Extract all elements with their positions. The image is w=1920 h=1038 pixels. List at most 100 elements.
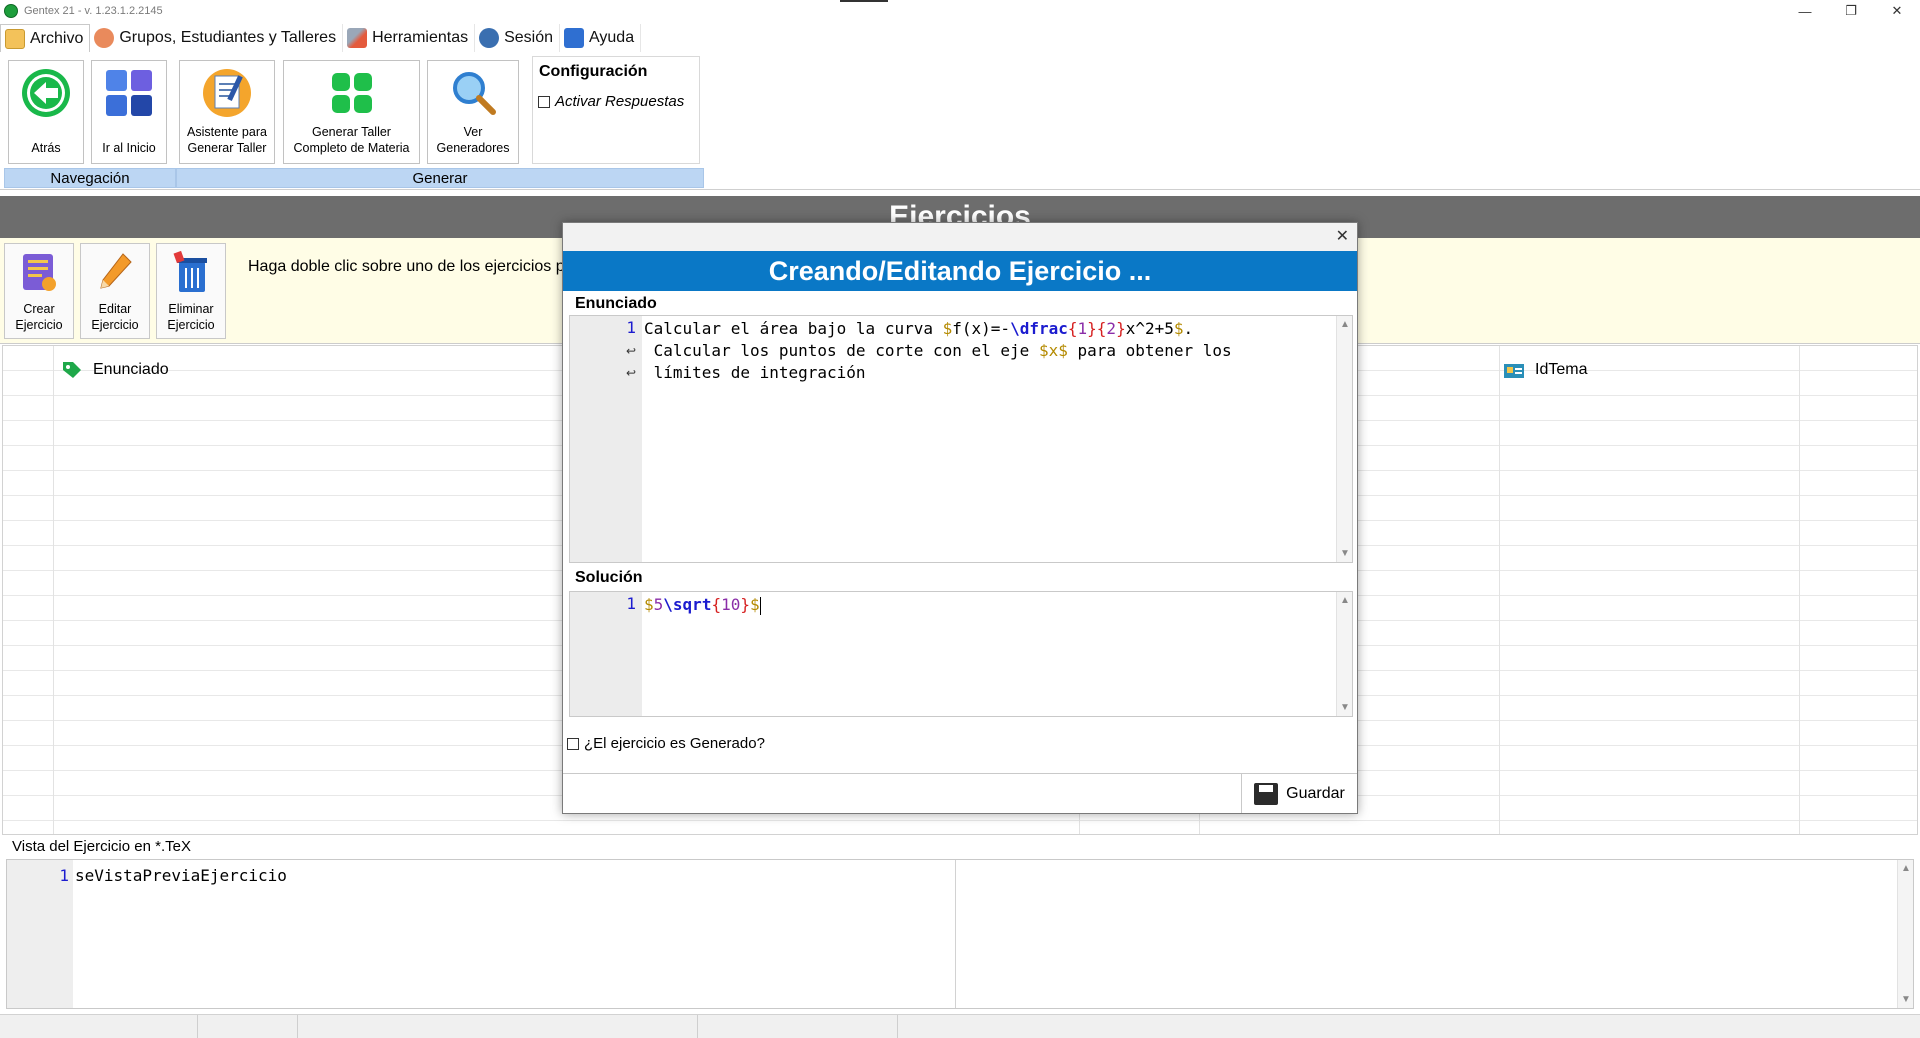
tab-label: Ayuda (589, 29, 635, 46)
create-exercise-label: Crear Ejercicio (15, 302, 63, 332)
delete-exercise-label: Eliminar Ejercicio (167, 302, 215, 332)
line-gutter: 1 ↩ ↩ (570, 316, 642, 562)
checkbox-box[interactable] (538, 95, 550, 108)
edit-exercise-label: Editar Ejercicio (91, 302, 139, 332)
tex-preview-editor[interactable]: 1 seVistaPreviaEjercicio ▲ ▼ (6, 859, 1914, 1009)
preview-divider (955, 860, 956, 1008)
activar-respuestas-label: Activar Respuestas (555, 93, 685, 110)
document-wizard-icon (201, 67, 253, 119)
tab-sesion[interactable]: Sesión (475, 24, 561, 52)
id-card-icon (1504, 364, 1524, 378)
line-number: 1 (626, 318, 636, 337)
back-label: Atrás (31, 141, 61, 155)
text-cursor (759, 596, 761, 615)
dialog-title: Creando/Editando Ejercicio ... (563, 251, 1357, 291)
config-title: Configuración (539, 63, 648, 80)
assistant-button[interactable]: Asistente para Generar Taller (179, 60, 275, 164)
group-label-generar: Generar (176, 168, 704, 188)
tab-label: Grupos, Estudiantes y Talleres (119, 29, 337, 46)
line-gutter: 1 (570, 592, 642, 716)
status-cell (298, 1015, 698, 1038)
config-panel: Configuración Activar Respuestas (532, 56, 700, 164)
create-exercise-button[interactable]: Crear Ejercicio (4, 243, 74, 339)
magnifier-icon (447, 67, 499, 119)
line-number: 1 (626, 594, 636, 613)
home-button[interactable]: Ir al Inicio (91, 60, 167, 164)
tab-grupos[interactable]: Grupos, Estudiantes y Talleres (90, 24, 344, 52)
tools-icon (347, 28, 368, 48)
line-number: 1 (59, 866, 69, 885)
apps-grid-icon (326, 67, 378, 119)
solucion-scrollbar[interactable]: ▲ ▼ (1336, 592, 1352, 716)
enunciado-label: Enunciado (575, 295, 657, 312)
tab-label: Sesión (504, 29, 554, 46)
app-logo-icon (4, 4, 18, 18)
floppy-disk-icon (1254, 782, 1279, 805)
preview-scrollbar[interactable]: ▲ ▼ (1897, 860, 1913, 1008)
grid-divider (53, 346, 54, 834)
tag-icon (63, 362, 81, 378)
save-label: Guardar (1286, 784, 1345, 802)
window-title: Gentex 21 - v. 1.23.1.2.2145 (24, 5, 163, 17)
tab-herramientas[interactable]: Herramientas (343, 24, 476, 52)
delete-exercise-button[interactable]: Eliminar Ejercicio (156, 243, 226, 339)
create-exercise-icon (19, 250, 59, 294)
minimize-button[interactable]: — (1782, 0, 1828, 22)
user-icon (479, 28, 500, 48)
assistant-label: Asistente para Generar Taller (187, 125, 267, 155)
enunciado-scrollbar[interactable]: ▲ ▼ (1336, 316, 1352, 562)
instruction-text: Haga doble clic sobre uno de los ejercic… (248, 258, 565, 275)
wrap-indicator-icon: ↩ (626, 344, 637, 358)
view-generators-label: Ver Generadores (436, 125, 510, 155)
edit-exercise-button[interactable]: Editar Ejercicio (80, 243, 150, 339)
exercise-editor-dialog: ✕ Creando/Editando Ejercicio ... Enuncia… (562, 222, 1358, 814)
group-label-navegacion: Navegación (4, 168, 176, 188)
tab-label: Archivo (30, 29, 84, 47)
menu-bar: Archivo Grupos, Estudiantes y Talleres H… (0, 24, 1920, 52)
close-window-button[interactable]: ✕ (1874, 0, 1920, 22)
solucion-code: $5\sqrt{10}$ (644, 595, 761, 615)
tab-label: Herramientas (372, 29, 469, 46)
dialog-titlebar: ✕ (563, 223, 1357, 251)
status-cell (0, 1015, 198, 1038)
trash-icon (171, 250, 211, 294)
preview-code-line: seVistaPreviaEjercicio (75, 866, 287, 885)
back-arrow-icon (20, 67, 72, 119)
help-cube-icon (564, 28, 585, 48)
preview-label: Vista del Ejercicio en *.TeX (12, 838, 191, 855)
generado-label: ¿El ejercicio es Generado? (584, 735, 765, 752)
grid-divider (1499, 346, 1500, 834)
group-icon (94, 28, 115, 48)
status-cell (198, 1015, 298, 1038)
column-header-label: IdTema (1535, 361, 1588, 378)
column-header-idtema[interactable]: IdTema (1503, 346, 1587, 394)
activar-respuestas-checkbox[interactable]: Activar Respuestas (538, 93, 699, 110)
view-generators-button[interactable]: Ver Generadores (427, 60, 519, 164)
column-header-label: Enunciado (93, 361, 169, 378)
grid-home-icon (103, 67, 155, 119)
solucion-label: Solución (575, 569, 643, 586)
save-button[interactable]: Guardar (1241, 774, 1357, 813)
restore-button[interactable]: ❐ (1828, 0, 1874, 22)
solucion-editor[interactable]: 1 $5\sqrt{10}$ ▲ ▼ (569, 591, 1353, 717)
checkbox-box[interactable] (567, 737, 579, 750)
generate-workshop-label: Generar Taller Completo de Materia (293, 125, 410, 155)
grid-divider (1799, 346, 1800, 834)
tab-ayuda[interactable]: Ayuda (560, 24, 642, 52)
title-bar: Gentex 21 - v. 1.23.1.2.2145 — ❐ ✕ (0, 0, 1920, 22)
generado-checkbox[interactable]: ¿El ejercicio es Generado? (567, 735, 765, 752)
wrap-indicator-icon: ↩ (626, 366, 637, 380)
enunciado-code: Calcular el área bajo la curva $f(x)=-\d… (644, 319, 1232, 382)
status-bar (0, 1014, 1920, 1038)
close-dialog-button[interactable]: ✕ (1336, 226, 1349, 246)
title-accent-line (840, 0, 888, 2)
dialog-footer: Guardar (563, 773, 1357, 813)
folder-icon (5, 28, 25, 49)
back-button[interactable]: Atrás (8, 60, 84, 164)
enunciado-editor[interactable]: 1 ↩ ↩ Calcular el área bajo la curva $f(… (569, 315, 1353, 563)
ribbon: Atrás Ir al Inicio Asistente para Genera… (0, 52, 1920, 190)
column-header-enunciado[interactable]: Enunciado (61, 346, 169, 394)
tab-archivo[interactable]: Archivo (0, 24, 91, 52)
home-label: Ir al Inicio (102, 141, 156, 155)
generate-workshop-button[interactable]: Generar Taller Completo de Materia (283, 60, 420, 164)
